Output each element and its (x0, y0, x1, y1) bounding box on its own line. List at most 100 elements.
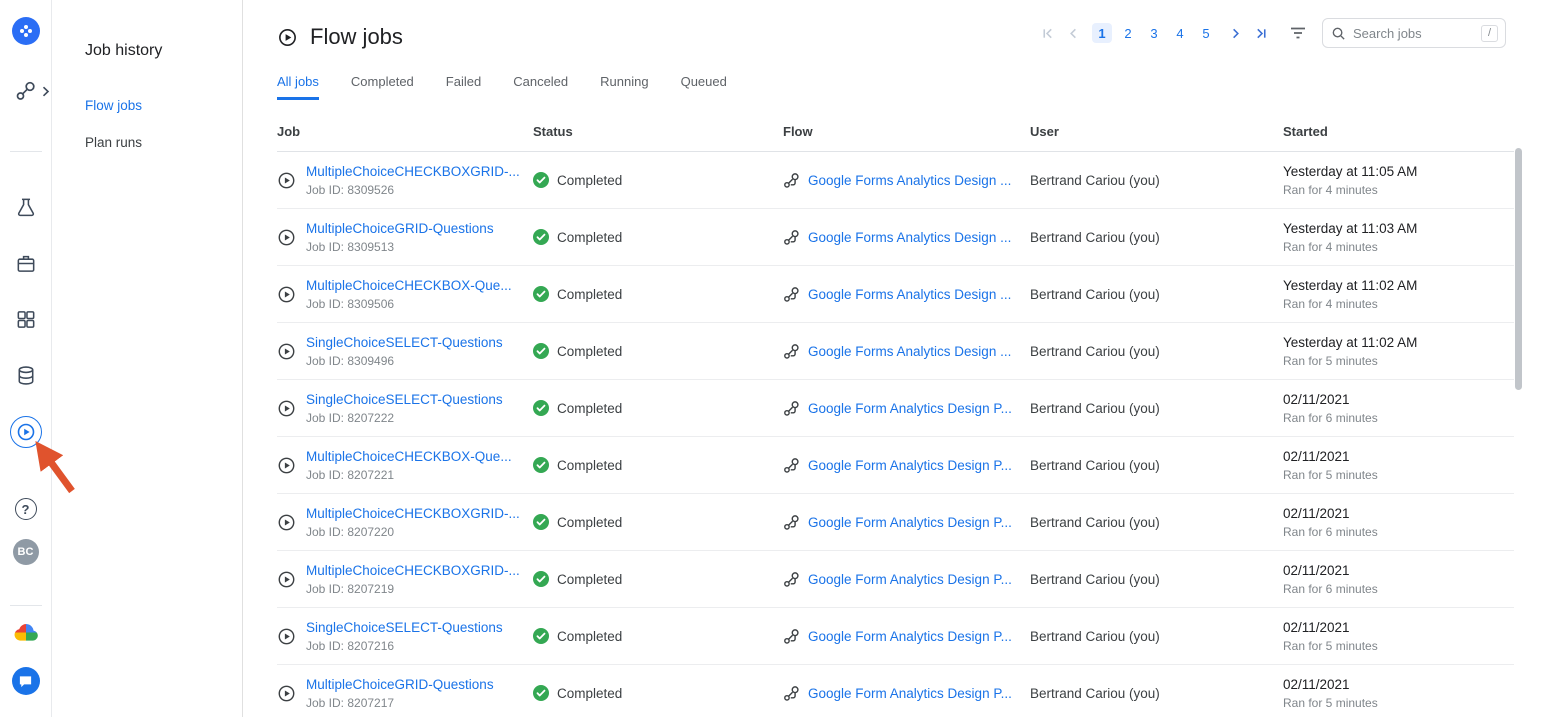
table-header: Job Status Flow User Started (277, 112, 1514, 152)
check-circle-icon (533, 571, 549, 587)
tab-running[interactable]: Running (600, 74, 648, 100)
previous-page-button[interactable] (1062, 22, 1084, 44)
dataprep-logo[interactable] (12, 17, 40, 45)
job-id: Job ID: 8309496 (306, 354, 503, 368)
flow-icon (783, 229, 800, 246)
column-header-user: User (1030, 124, 1283, 139)
flow-link[interactable]: Google Forms Analytics Design ... (808, 344, 1011, 359)
table-row[interactable]: MultipleChoiceCHECKBOX-Que... Job ID: 83… (277, 266, 1514, 323)
job-name-link[interactable]: MultipleChoiceGRID-Questions (306, 221, 494, 236)
tabs: All jobs Completed Failed Canceled Running Qu… (277, 74, 1556, 100)
flow-link[interactable]: Google Form Analytics Design P... (808, 458, 1012, 473)
feedback-chat-button[interactable] (12, 667, 40, 695)
column-header-job: Job (277, 124, 533, 139)
table-row[interactable]: SingleChoiceSELECT-Questions Job ID: 820… (277, 380, 1514, 437)
job-name-link[interactable]: MultipleChoiceCHECKBOX-Que... (306, 449, 512, 464)
user-name: Bertrand Cariou (you) (1030, 629, 1283, 644)
flow-link[interactable]: Google Forms Analytics Design ... (808, 230, 1011, 245)
job-name-link[interactable]: SingleChoiceSELECT-Questions (306, 335, 503, 350)
started-date: 02/11/2021 (1283, 392, 1350, 407)
page-number-3[interactable]: 3 (1144, 23, 1164, 43)
check-circle-icon (533, 286, 549, 302)
job-name-link[interactable]: SingleChoiceSELECT-Questions (306, 620, 503, 635)
flow-link[interactable]: Google Form Analytics Design P... (808, 401, 1012, 416)
flow-link[interactable]: Google Forms Analytics Design ... (808, 287, 1011, 302)
help-button[interactable]: ? (15, 498, 37, 520)
rail-divider (10, 151, 42, 152)
tab-canceled[interactable]: Canceled (513, 74, 568, 100)
jobs-table: Job Status Flow User Started MultipleCho… (277, 112, 1514, 717)
column-header-status: Status (533, 124, 783, 139)
flows-nav-button[interactable] (14, 79, 38, 103)
flow-link[interactable]: Google Forms Analytics Design ... (808, 173, 1011, 188)
search-shortcut-key: / (1481, 25, 1498, 42)
tab-completed[interactable]: Completed (351, 74, 414, 100)
table-row[interactable]: MultipleChoiceGRID-Questions Job ID: 820… (277, 665, 1514, 717)
check-circle-icon (533, 172, 549, 188)
next-page-button[interactable] (1224, 22, 1246, 44)
header-controls: 12345 / (1036, 18, 1506, 48)
status-text: Completed (557, 401, 622, 416)
filter-button[interactable] (1288, 23, 1308, 43)
status-text: Completed (557, 629, 622, 644)
run-duration: Ran for 6 minutes (1283, 525, 1378, 539)
table-row[interactable]: SingleChoiceSELECT-Questions Job ID: 830… (277, 323, 1514, 380)
tab-all-jobs[interactable]: All jobs (277, 74, 319, 100)
job-name-link[interactable]: MultipleChoiceCHECKBOXGRID-... (306, 563, 519, 578)
last-page-button[interactable] (1250, 22, 1272, 44)
search-input[interactable] (1353, 26, 1481, 41)
page-number-4[interactable]: 4 (1170, 23, 1190, 43)
tab-queued[interactable]: Queued (681, 74, 727, 100)
table-row[interactable]: MultipleChoiceGRID-Questions Job ID: 830… (277, 209, 1514, 266)
pagination: 12345 (1036, 22, 1272, 44)
flow-link[interactable]: Google Form Analytics Design P... (808, 629, 1012, 644)
table-row[interactable]: MultipleChoiceCHECKBOXGRID-... Job ID: 8… (277, 152, 1514, 209)
status-text: Completed (557, 458, 622, 473)
table-row[interactable]: MultipleChoiceCHECKBOXGRID-... Job ID: 8… (277, 551, 1514, 608)
job-name-link[interactable]: MultipleChoiceCHECKBOX-Que... (306, 278, 512, 293)
flow-icon (783, 343, 800, 360)
chevron-left-icon (1067, 27, 1080, 40)
table-row[interactable]: MultipleChoiceCHECKBOX-Que... Job ID: 82… (277, 437, 1514, 494)
avatar[interactable]: BC (13, 539, 39, 565)
page-number-2[interactable]: 2 (1118, 23, 1138, 43)
flow-jobs-title-icon (277, 27, 298, 48)
sidebar-item-flow-jobs[interactable]: Flow jobs (85, 98, 242, 113)
user-name: Bertrand Cariou (you) (1030, 344, 1283, 359)
sidebar-item-plan-runs[interactable]: Plan runs (85, 135, 242, 150)
flow-link[interactable]: Google Form Analytics Design P... (808, 572, 1012, 587)
google-cloud-button[interactable] (13, 622, 39, 643)
job-name-link[interactable]: MultipleChoiceGRID-Questions (306, 677, 494, 692)
database-nav-button[interactable] (14, 364, 37, 387)
beaker-nav-button[interactable] (14, 196, 37, 219)
user-name: Bertrand Cariou (you) (1030, 686, 1283, 701)
check-circle-icon (533, 229, 549, 245)
table-row[interactable]: MultipleChoiceCHECKBOXGRID-... Job ID: 8… (277, 494, 1514, 551)
grid-nav-button[interactable] (14, 308, 37, 331)
toolbox-nav-button[interactable] (14, 252, 37, 275)
tab-failed[interactable]: Failed (446, 74, 481, 100)
page-number-1[interactable]: 1 (1092, 23, 1112, 43)
jobs-nav-button[interactable] (10, 416, 42, 448)
column-header-started: Started (1283, 124, 1514, 139)
first-page-button[interactable] (1036, 22, 1058, 44)
flow-icon (783, 514, 800, 531)
flow-icon (14, 79, 38, 103)
started-date: Yesterday at 11:03 AM (1283, 221, 1417, 236)
job-play-icon (277, 399, 296, 418)
flow-link[interactable]: Google Form Analytics Design P... (808, 686, 1012, 701)
vertical-scrollbar[interactable] (1515, 148, 1522, 390)
job-name-link[interactable]: MultipleChoiceCHECKBOXGRID-... (306, 164, 519, 179)
flow-link[interactable]: Google Form Analytics Design P... (808, 515, 1012, 530)
job-name-link[interactable]: MultipleChoiceCHECKBOXGRID-... (306, 506, 519, 521)
user-name: Bertrand Cariou (you) (1030, 287, 1283, 302)
flow-icon (783, 172, 800, 189)
user-name: Bertrand Cariou (you) (1030, 230, 1283, 245)
user-name: Bertrand Cariou (you) (1030, 458, 1283, 473)
chevron-right-icon[interactable] (42, 86, 50, 97)
page-number-5[interactable]: 5 (1196, 23, 1216, 43)
run-duration: Ran for 4 minutes (1283, 240, 1378, 254)
job-id: Job ID: 8207221 (306, 468, 512, 482)
table-row[interactable]: SingleChoiceSELECT-Questions Job ID: 820… (277, 608, 1514, 665)
job-name-link[interactable]: SingleChoiceSELECT-Questions (306, 392, 503, 407)
